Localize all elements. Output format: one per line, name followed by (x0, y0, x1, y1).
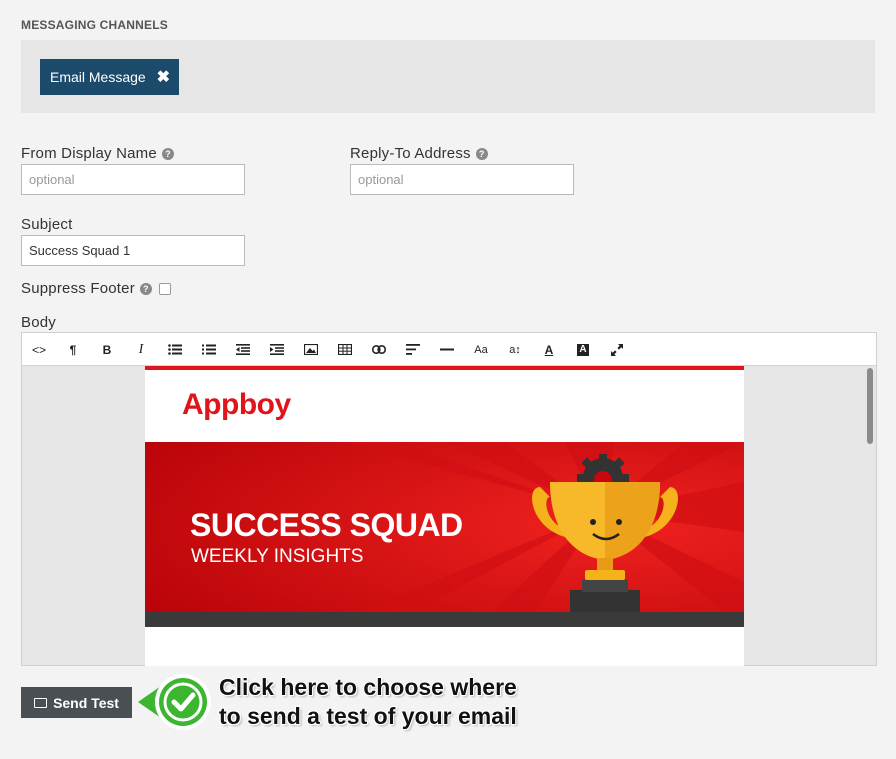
italic-icon[interactable]: I (128, 333, 154, 366)
close-icon[interactable]: ✖ (157, 67, 170, 87)
background-color-icon[interactable]: A (570, 333, 596, 366)
scroll-thumb[interactable] (867, 368, 873, 444)
image-icon[interactable] (298, 333, 324, 366)
callout-line-1: Click here to choose where (219, 674, 517, 700)
reply-to-address-label: Reply-To Address ? (350, 145, 488, 162)
reply-to-address-label-text: Reply-To Address (350, 145, 471, 162)
help-icon[interactable]: ? (161, 147, 174, 160)
unordered-list-icon[interactable] (162, 333, 188, 366)
code-view-icon[interactable]: <> (26, 333, 52, 366)
editor-toolbar: <> ¶ B I Aa a↕ A A (22, 333, 876, 366)
hero-title: SUCCESS SQUAD (190, 507, 463, 543)
callout-line-2: to send a test of your email (219, 703, 517, 729)
fullscreen-icon[interactable] (604, 333, 630, 366)
channel-chip-email[interactable]: Email Message ✖ (40, 59, 179, 95)
bold-icon[interactable]: B (94, 333, 120, 366)
font-color-icon[interactable]: A (536, 333, 562, 366)
hero-subtitle: WEEKLY INSIGHTS (191, 546, 364, 567)
section-label-messaging-channels: MESSAGING CHANNELS (21, 18, 168, 32)
outdent-icon[interactable] (230, 333, 256, 366)
background-color-glyph: A (577, 343, 589, 356)
horizontal-rule-icon[interactable] (434, 333, 460, 366)
help-icon[interactable]: ? (139, 282, 152, 295)
editor-scrollbar[interactable] (864, 366, 875, 666)
subject-input[interactable] (21, 235, 245, 266)
check-arrow-icon (138, 674, 211, 730)
line-height-icon[interactable]: a↕ (502, 333, 528, 366)
subject-label: Subject (21, 216, 73, 233)
envelope-icon (34, 697, 48, 708)
send-test-label: Send Test (53, 694, 119, 711)
appboy-logo: Appboy (182, 388, 291, 421)
channels-box: Email Message ✖ (21, 40, 875, 113)
suppress-footer-label-text: Suppress Footer (21, 280, 135, 297)
suppress-footer-label: Suppress Footer ? (21, 280, 171, 297)
indent-icon[interactable] (264, 333, 290, 366)
hero-banner: SUCCESS SQUAD WEEKLY INSIGHTS (145, 442, 744, 627)
from-display-name-label-text: From Display Name (21, 145, 157, 162)
suppress-footer-checkbox[interactable] (158, 282, 171, 295)
channel-chip-label: Email Message (50, 69, 146, 85)
paragraph-icon[interactable]: ¶ (60, 333, 86, 366)
from-display-name-label: From Display Name ? (21, 145, 174, 162)
ordered-list-icon[interactable] (196, 333, 222, 366)
send-test-button[interactable]: Send Test (21, 687, 132, 718)
link-icon[interactable] (366, 333, 392, 366)
email-preview[interactable]: Appboy SUCCESS SQUAD WEEKLY INSIGHTS (145, 366, 744, 666)
align-icon[interactable] (400, 333, 426, 366)
body-label: Body (21, 314, 56, 331)
help-icon[interactable]: ? (475, 147, 488, 160)
from-display-name-input[interactable] (21, 164, 245, 195)
body-editor[interactable]: <> ¶ B I Aa a↕ A A Appboy SUCCESS SQUAD … (21, 332, 877, 666)
callout-text: Click here to choose where to send a tes… (219, 673, 517, 731)
reply-to-address-input[interactable] (350, 164, 574, 195)
hero-bottom-strip (145, 612, 744, 627)
font-size-icon[interactable]: Aa (468, 333, 494, 366)
table-icon[interactable] (332, 333, 358, 366)
